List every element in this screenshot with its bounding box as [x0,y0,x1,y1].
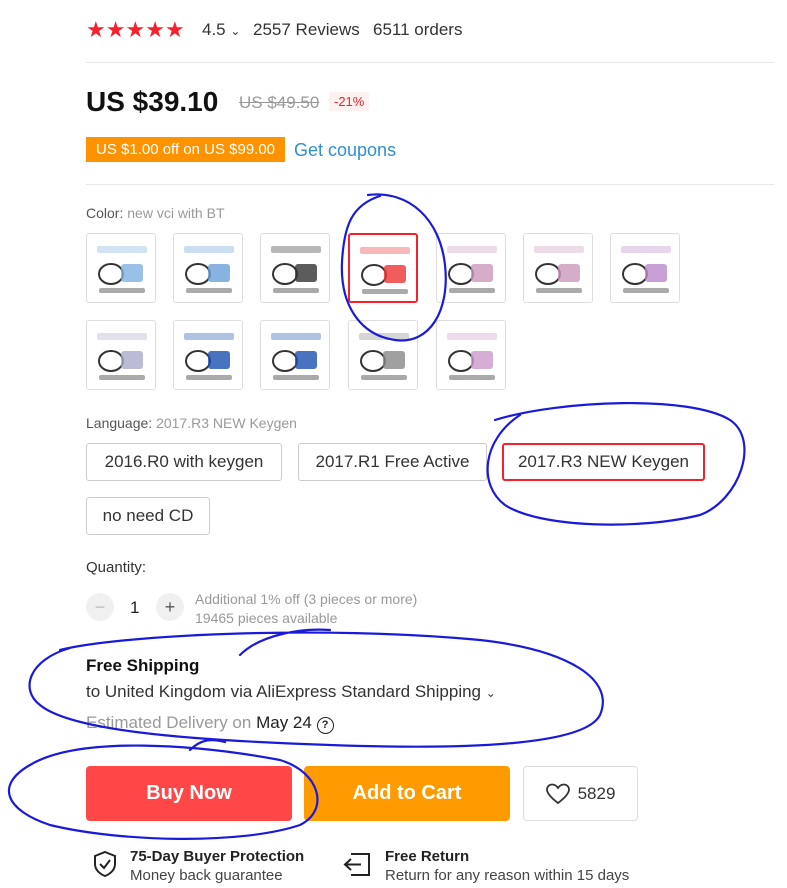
wishlist-button[interactable]: 5829 [523,766,638,821]
buyer-protection-title: 75-Day Buyer Protection [130,848,305,865]
reviews-count[interactable]: 2557 Reviews [253,20,360,40]
shipping-title: Free Shipping [86,656,200,675]
language-option-2017-r1[interactable]: 2017.R1 Free Active [298,443,487,481]
star-icon: ★ [164,17,185,42]
product-thumbnail-image [87,234,155,302]
color-option-thumbnail[interactable] [523,233,593,303]
free-return-desc: Return for any reason within 15 days [385,867,630,884]
product-thumbnail-image [261,321,329,389]
product-thumbnail-image [261,234,329,302]
color-option-thumbnail[interactable] [173,233,243,303]
color-option-thumbnail[interactable] [86,233,156,303]
color-option-thumbnail[interactable] [260,233,330,303]
star-icon: ★ [145,17,165,42]
language-option-no-cd[interactable]: no need CD [86,497,210,535]
pieces-available: 19465 pieces available [195,610,338,626]
rating-stars: ★★★★★ [86,19,185,42]
star-icon: ★ [86,17,106,42]
quantity-label: Quantity: [86,559,147,576]
language-label: Language: 2017.R3 NEW Keygen [86,415,297,431]
divider [86,184,774,185]
current-price: US $39.10 [86,86,219,117]
product-thumbnail-image [611,234,679,302]
color-option-thumbnail[interactable] [260,320,330,390]
color-option-thumbnail[interactable] [86,320,156,390]
color-label: Color: new vci with BT [86,205,225,221]
discount-badge: -21% [329,92,370,111]
coupon-badge: US $1.00 off on US $99.00 [86,137,286,162]
rating-value[interactable]: 4.5 ⌄ [202,20,240,40]
wishlist-count: 5829 [577,783,616,803]
chevron-down-icon: ⌄ [485,686,496,700]
heart-icon [545,783,570,804]
quantity-discount-note: Additional 1% off (3 pieces or more) [195,591,418,607]
shipping-destination[interactable]: to United Kingdom via AliExpress Standar… [86,682,496,702]
add-to-cart-button[interactable]: Add to Cart [304,766,510,821]
quantity-plus-button[interactable]: + [156,593,184,621]
product-thumbnail-image [350,235,416,301]
product-thumbnail-image [87,321,155,389]
original-price: US $49.50 [239,93,320,112]
return-icon [343,853,370,876]
orders-count: 6511 orders [373,20,463,39]
divider [86,62,774,63]
language-option-2017-r3[interactable]: 2017.R3 NEW Keygen [502,443,705,481]
product-thumbnail-image [174,321,242,389]
product-thumbnail-image [349,321,417,389]
quantity-value[interactable]: 1 [130,598,139,618]
shield-check-icon [94,850,116,878]
estimated-delivery: Estimated Delivery on May 24 ? [86,713,334,734]
free-return-title: Free Return [385,848,470,865]
star-icon: ★ [105,17,126,42]
color-option-thumbnail[interactable] [173,320,243,390]
buyer-protection-desc: Money back guarantee [130,867,283,884]
star-icon: ★ [125,17,146,42]
buy-now-button[interactable]: Buy Now [86,766,292,821]
color-option-thumbnail[interactable] [610,233,680,303]
delivery-date: May 24 [256,713,312,732]
product-thumbnail-image [437,234,505,302]
chevron-down-icon: ⌄ [230,24,241,38]
product-thumbnail-image [437,321,505,389]
language-option-2016-r0[interactable]: 2016.R0 with keygen [86,443,282,481]
color-option-thumbnail[interactable] [348,320,418,390]
get-coupons-link[interactable]: Get coupons [294,140,396,161]
product-thumbnail-image [524,234,592,302]
help-icon[interactable]: ? [316,717,334,734]
color-option-thumbnail[interactable] [436,233,506,303]
color-option-thumbnail[interactable] [348,233,418,303]
product-thumbnail-image [174,234,242,302]
quantity-minus-button[interactable]: − [86,593,114,621]
color-option-thumbnail[interactable] [436,320,506,390]
